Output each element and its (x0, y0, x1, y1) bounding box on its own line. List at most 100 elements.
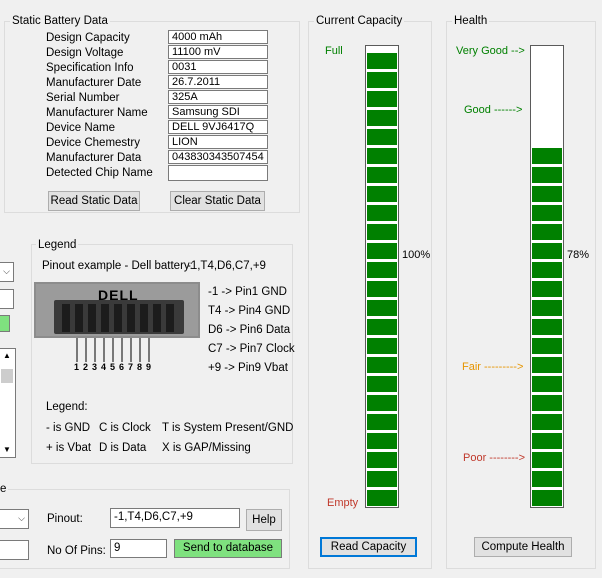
static-row-label: Device Name (46, 122, 116, 134)
health-bar-segment (532, 395, 562, 411)
help-button[interactable]: Help (246, 509, 282, 531)
pinout-example-value: -1,T4,D6,C7,+9 (187, 260, 266, 272)
health-bar-segment (532, 205, 562, 221)
send-to-database-button[interactable]: Send to database (174, 539, 282, 558)
capacity-bar-segment (367, 319, 397, 335)
pin-mapping: T4 -> Pin4 GND (208, 305, 291, 317)
clear-static-data-button[interactable]: Clear Static Data (170, 191, 265, 211)
read-capacity-button[interactable]: Read Capacity (320, 537, 417, 557)
health-bar-segment (532, 300, 562, 316)
static-row-value[interactable]: LION (168, 135, 268, 149)
health-bar-segment (532, 414, 562, 430)
capacity-bar-segment (367, 243, 397, 259)
database-left-input[interactable] (0, 540, 29, 560)
pinout-input[interactable]: -1,T4,D6,C7,+9 (110, 508, 240, 528)
capacity-bar-segment (367, 129, 397, 145)
chevron-down-icon: ⌵ (18, 513, 25, 523)
scroll-down-icon[interactable]: ▼ (3, 445, 11, 454)
static-row-label: Device Chemestry (46, 137, 140, 149)
read-static-data-button[interactable]: Read Static Data (48, 191, 140, 211)
no-of-pins-label: No Of Pins: (47, 545, 106, 557)
pin-number: 6 (119, 362, 125, 372)
static-row-value[interactable]: DELL 9VJ6417Q (168, 120, 268, 134)
capacity-bar-segment (367, 471, 397, 487)
static-row-label: Design Capacity (46, 32, 130, 44)
no-of-pins-input[interactable]: 9 (110, 539, 167, 558)
pin-number: 7 (128, 362, 134, 372)
database-dropdown[interactable]: ⌵ (0, 509, 29, 529)
health-bar-segment (532, 319, 562, 335)
health-bar-segment (532, 376, 562, 392)
pin-number: 2 (83, 362, 89, 372)
health-bar-segment (532, 433, 562, 449)
health-bar-segment (532, 262, 562, 278)
health-title: Health (452, 14, 490, 28)
capacity-bar-segment (367, 262, 397, 278)
legend-title: Legend (36, 238, 79, 252)
pin-number: 4 (101, 362, 107, 372)
capacity-percent: 100% (402, 249, 431, 261)
health-good-label: Good ------> (464, 104, 523, 116)
capacity-bar-segment (367, 110, 397, 126)
static-row-label: Manufacturer Name (46, 107, 148, 119)
capacity-bar-segment (367, 91, 397, 107)
legend-heading: Legend: (46, 401, 88, 413)
static-row-value[interactable]: 11100 mV (168, 45, 268, 59)
health-bar-segment (532, 452, 562, 468)
capacity-bar-segment (367, 357, 397, 373)
connector-brand-label: DELL (98, 287, 139, 303)
static-row-value[interactable]: 0031 (168, 60, 268, 74)
static-row-value[interactable]: 4000 mAh (168, 30, 268, 44)
health-fair-label: Fair ---------> (462, 361, 524, 373)
pin-mapping: D6 -> Pin6 Data (208, 324, 291, 336)
left-dropdown[interactable]: ⌵ (0, 262, 14, 282)
code-vbat: + is Vbat (46, 442, 92, 454)
capacity-bar-segment (367, 376, 397, 392)
static-row-label: Serial Number (46, 92, 120, 104)
left-status-indicator (0, 315, 10, 332)
capacity-full-label: Full (325, 45, 343, 57)
scroll-thumb[interactable] (1, 369, 13, 383)
static-row-value[interactable]: 325A (168, 90, 268, 104)
current-capacity-title: Current Capacity (314, 14, 405, 28)
left-list-scrollbar[interactable]: ▲ ▼ (0, 348, 16, 458)
health-bar-segment (532, 471, 562, 487)
health-bar (530, 45, 564, 508)
capacity-bar-segment (367, 338, 397, 354)
health-poor-label: Poor --------> (463, 452, 526, 464)
compute-health-button[interactable]: Compute Health (474, 537, 572, 557)
health-bar-segment (532, 357, 562, 373)
pin-number: 1 (74, 362, 80, 372)
chevron-down-icon: ⌵ (3, 266, 10, 276)
scroll-up-icon[interactable]: ▲ (3, 351, 11, 360)
pin-mapping: -1 -> Pin1 GND (208, 286, 287, 298)
static-row-label: Specification Info (46, 62, 134, 74)
static-row-value[interactable]: Samsung SDI (168, 105, 268, 119)
static-row-value[interactable]: 26.7.2011 (168, 75, 268, 89)
capacity-bar-segment (367, 186, 397, 202)
code-gnd: - is GND (46, 422, 91, 434)
left-input[interactable] (0, 289, 14, 309)
capacity-bar-segment (367, 205, 397, 221)
pin-number: 9 (146, 362, 152, 372)
health-bar-segment (532, 148, 562, 164)
database-group-title: e (0, 482, 9, 496)
capacity-empty-label: Empty (327, 497, 359, 509)
capacity-bar-segment (367, 148, 397, 164)
capacity-bar (365, 45, 399, 508)
static-row-value[interactable]: 043830343507454 (168, 150, 268, 164)
capacity-bar-segment (367, 53, 397, 69)
static-row-value[interactable] (168, 165, 268, 181)
code-system-present: T is System Present/GND (162, 422, 294, 434)
health-bar-segment (532, 224, 562, 240)
static-row-label: Manufacturer Date (46, 77, 142, 89)
health-very-good-label: Very Good --> (456, 45, 525, 57)
capacity-bar-segment (367, 395, 397, 411)
health-percent: 78% (567, 249, 590, 261)
capacity-bar-segment (367, 300, 397, 316)
capacity-bar-segment (367, 224, 397, 240)
pinout-example-label: Pinout example - Dell battery: (42, 260, 193, 272)
health-bar-segment (532, 490, 562, 506)
health-bar-segment (532, 338, 562, 354)
static-row-label: Detected Chip Name (46, 167, 153, 179)
